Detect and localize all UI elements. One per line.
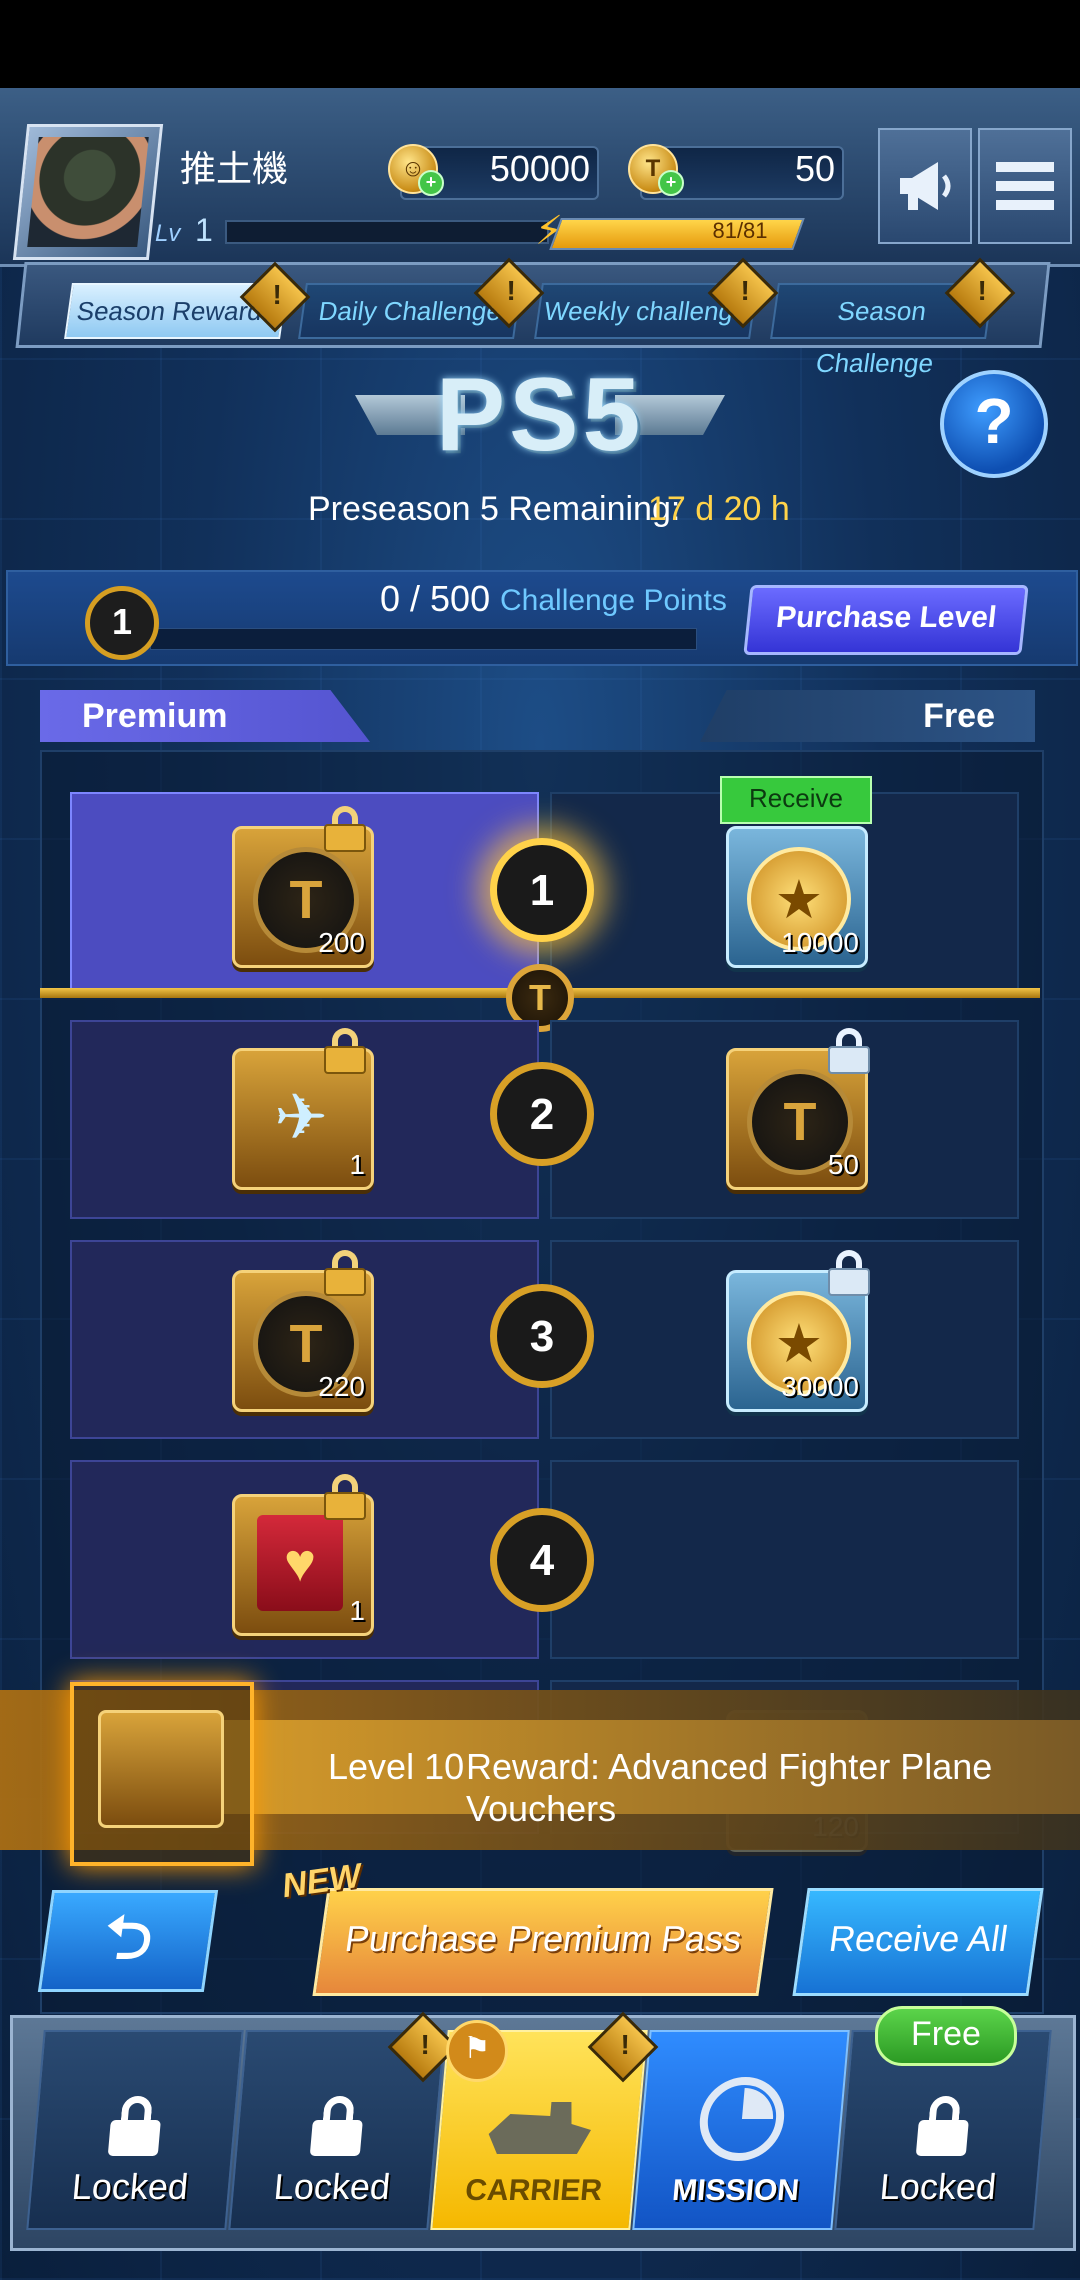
- reward-quantity: 1: [349, 1149, 365, 1180]
- nav-label: Locked: [272, 2166, 392, 2207]
- season-remaining-value: 17 d 20 h: [648, 490, 790, 528]
- lock-icon: [309, 2096, 365, 2156]
- medal-coin-reward[interactable]: ★ 10000: [726, 826, 868, 968]
- receive-all-button[interactable]: Receive All: [792, 1888, 1044, 1996]
- banner-reward-text: Reward: Advanced Fighter Plane Vouchers: [466, 1746, 993, 1829]
- free-lane-header: Free: [700, 690, 1035, 742]
- red-book-icon: ♥: [257, 1515, 343, 1611]
- level-value: 1: [195, 212, 213, 248]
- free-reward-cell: [550, 1460, 1019, 1659]
- flag-badge-icon: ⚑: [446, 2020, 508, 2082]
- nav-label: MISSION: [670, 2174, 801, 2207]
- level-node: 4: [490, 1508, 594, 1612]
- lock-icon: [324, 806, 366, 852]
- radar-icon: [699, 2077, 785, 2161]
- hamburger-icon: [996, 162, 1054, 210]
- lock-icon: [324, 1028, 366, 1074]
- lock-icon: [324, 1474, 366, 1520]
- player-name: 推土機: [180, 148, 289, 189]
- reward-quantity: 220: [318, 1371, 365, 1402]
- xp-bar: [225, 220, 549, 244]
- reward-quantity: 30000: [781, 1371, 859, 1402]
- energy-text: 81/81: [712, 218, 768, 243]
- reward-quantity: 10000: [781, 927, 859, 958]
- free-badge: Free: [875, 2006, 1017, 2066]
- t-amount: 50: [794, 148, 835, 189]
- nav-label: Locked: [878, 2166, 998, 2207]
- premium-lane-header: Premium: [40, 690, 370, 742]
- back-button[interactable]: ⮌: [37, 1890, 219, 1992]
- challenge-points-bar: [150, 628, 697, 650]
- season-logo: PS5: [435, 357, 645, 473]
- purchase-premium-pass-button[interactable]: Purchase Premium Pass: [312, 1888, 774, 1996]
- voucher-icon: [98, 1710, 224, 1828]
- level-label: Lv: [155, 220, 181, 247]
- challenge-points-value: 0 / 500: [380, 578, 491, 619]
- lock-icon: [324, 1250, 366, 1296]
- season-remaining-label: Preseason 5 Remaining:: [308, 490, 681, 528]
- purchase-level-button[interactable]: Purchase Level: [743, 585, 1029, 655]
- help-button[interactable]: ?: [940, 370, 1048, 478]
- nav-label: Locked: [70, 2166, 190, 2207]
- challenge-points-label: Challenge Points: [500, 584, 727, 617]
- add-gold-icon[interactable]: +: [418, 170, 444, 196]
- level-node: 1: [490, 838, 594, 942]
- menu-button[interactable]: [978, 128, 1072, 244]
- lock-icon: [828, 1028, 870, 1074]
- megaphone-icon: [900, 162, 951, 210]
- lock-icon: [107, 2096, 163, 2156]
- receive-tag[interactable]: Receive: [720, 776, 872, 824]
- nav-label: CARRIER: [463, 2174, 604, 2207]
- reward-quantity: 200: [318, 927, 365, 958]
- level-node: 2: [490, 1062, 594, 1166]
- pilot-portrait-icon: [27, 137, 149, 247]
- avatar[interactable]: [12, 124, 164, 260]
- fighter-jet-icon: ✈: [274, 1080, 328, 1153]
- gold-amount: 50000: [489, 148, 590, 189]
- add-t-icon[interactable]: +: [658, 170, 684, 196]
- reward-quantity: 50: [827, 1149, 859, 1180]
- nav-locked-1[interactable]: Locked: [26, 2030, 244, 2230]
- banner-level: Level 10: [328, 1746, 465, 1787]
- level-node: 3: [490, 1284, 594, 1388]
- announcement-button[interactable]: [878, 128, 972, 244]
- status-bar: [0, 0, 1080, 88]
- current-level-badge: 1: [85, 586, 159, 660]
- carrier-ship-icon: [488, 2102, 591, 2154]
- reward-quantity: 1: [349, 1595, 365, 1626]
- lock-icon: [828, 1250, 870, 1296]
- lock-icon: [915, 2096, 971, 2156]
- nav-mission[interactable]: MISSION: [632, 2030, 850, 2230]
